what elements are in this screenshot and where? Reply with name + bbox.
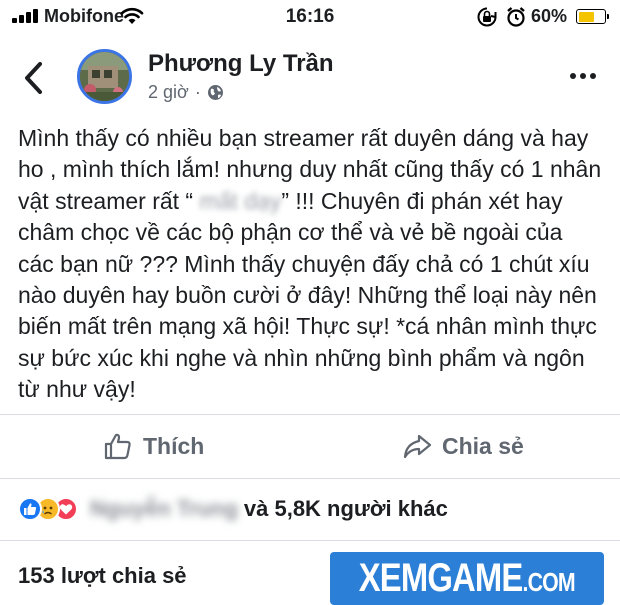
reaction-count[interactable]: và 5,8K người khác: [244, 496, 448, 522]
divider: [0, 414, 620, 415]
like-icon: [18, 497, 42, 521]
divider: [0, 540, 620, 541]
battery-percent: 60%: [531, 6, 568, 26]
share-label: Chia sẻ: [442, 432, 524, 459]
blurred-word: mất dạy: [199, 187, 282, 214]
globe-icon: [207, 85, 223, 100]
like-button[interactable]: Thích: [103, 428, 204, 464]
reaction-names[interactable]: Nguyễn Trung: [90, 496, 238, 522]
reactions-summary[interactable]: Nguyễn Trung và 5,8K người khác: [18, 493, 448, 525]
share-count[interactable]: 153 lượt chia sẻ: [18, 563, 187, 589]
thumbs-up-icon: [104, 433, 131, 460]
divider: [0, 478, 620, 479]
rotation-lock-icon: [477, 7, 497, 27]
back-button[interactable]: [20, 58, 50, 98]
post-meta: 2 giờ ·: [148, 82, 224, 103]
battery-fill: [578, 11, 594, 22]
alarm-icon: [507, 7, 525, 27]
post-text-part: ” !!! Chuyên đi phán xét hay châm chọc v…: [18, 187, 597, 403]
battery-icon: [576, 9, 609, 24]
watermark-main: XEMGAME: [358, 556, 524, 600]
watermark-logo: XEMGAME.COM: [330, 552, 604, 605]
share-button[interactable]: Chia sẻ: [402, 428, 524, 464]
avatar[interactable]: [77, 49, 132, 104]
share-icon: [403, 434, 432, 459]
post-timestamp[interactable]: 2 giờ: [148, 82, 189, 103]
status-bar: Mobifone 16:16 60%: [0, 0, 620, 34]
clock: 16:16: [285, 6, 335, 27]
watermark-suffix: .COM: [522, 567, 576, 597]
author-name[interactable]: Phương Ly Trần: [148, 50, 334, 78]
post-text: Mình thấy có nhiều bạn streamer rất duyê…: [18, 123, 603, 406]
watermark-text: XEMGAME.COM: [358, 556, 576, 601]
avatar-image: [80, 52, 129, 101]
like-label: Thích: [143, 432, 205, 459]
meta-separator: ·: [194, 82, 201, 102]
more-options-button[interactable]: [568, 66, 598, 86]
